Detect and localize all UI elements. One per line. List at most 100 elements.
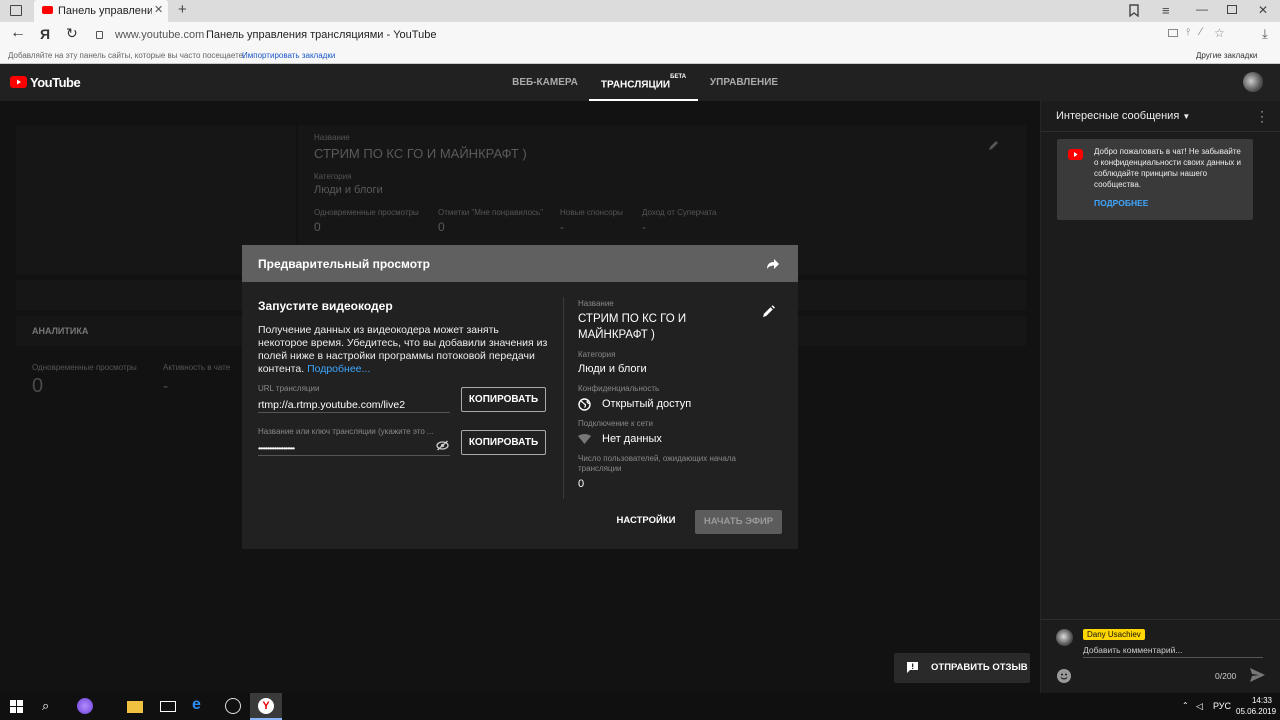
- alice-icon[interactable]: [77, 698, 93, 714]
- share-icon[interactable]: [766, 257, 780, 270]
- search-icon[interactable]: ⌕: [42, 698, 49, 714]
- stream-url-value: rtmp://a.rtmp.youtube.com/live2: [258, 399, 406, 411]
- close-tab-icon[interactable]: ✕: [154, 3, 163, 16]
- bookmark-icon[interactable]: [1128, 4, 1140, 17]
- bg-stat-value: 0: [314, 220, 321, 234]
- yandex-icon[interactable]: Я: [40, 26, 50, 42]
- other-bookmarks[interactable]: Другие закладки: [1196, 51, 1257, 60]
- info-category-label: Категория: [578, 350, 616, 359]
- bg-category-label: Категория: [314, 172, 352, 181]
- tab-manage[interactable]: УПРАВЛЕНИЕ: [703, 64, 785, 101]
- window-close-icon[interactable]: ✕: [1258, 3, 1268, 17]
- info-waiting-label: Число пользователей, ожидающих начала тр…: [578, 454, 736, 473]
- wand-icon[interactable]: ∕: [1200, 26, 1202, 38]
- chat-mode-dropdown[interactable]: Интересные сообщения ▼: [1056, 110, 1190, 122]
- feedback-icon: [906, 661, 919, 674]
- download-icon[interactable]: ⤓: [1262, 26, 1268, 42]
- windows-start-icon[interactable]: [10, 700, 23, 713]
- browser-tab-bar: Панель управления тра ✕ + ≡ — ✕: [0, 0, 1280, 22]
- comment-input[interactable]: Добавить комментарий...: [1083, 645, 1263, 658]
- more-link[interactable]: Подробнее...: [307, 363, 370, 375]
- visibility-off-icon[interactable]: [436, 440, 449, 451]
- tabs-panel-icon[interactable]: [10, 5, 22, 16]
- bg-edit-icon: [988, 139, 1000, 151]
- char-counter: 0/200: [1215, 671, 1237, 681]
- settings-button[interactable]: НАСТРОЙКИ: [608, 511, 684, 531]
- yandex-browser-taskbar[interactable]: Y: [250, 693, 282, 720]
- analytics-stat-label: Одновременные просмотры: [32, 363, 137, 372]
- dialog-divider: [563, 297, 564, 499]
- bg-category-value: Люди и блоги: [314, 184, 383, 196]
- stream-url-field[interactable]: rtmp://a.rtmp.youtube.com/live2: [258, 395, 450, 413]
- restore-icon[interactable]: [1227, 5, 1237, 14]
- section-title: Запустите видеокодер: [258, 299, 393, 313]
- chat-header: Интересные сообщения ▼ · · ·: [1041, 101, 1280, 132]
- volume-icon[interactable]: ◁: [1196, 701, 1203, 712]
- obs-icon[interactable]: [225, 698, 241, 714]
- edit-icon[interactable]: [762, 305, 775, 318]
- stream-key-field[interactable]: ••••••••••••••••••••: [258, 438, 450, 456]
- more-options-icon[interactable]: · · ·: [1260, 105, 1264, 127]
- browser-tab[interactable]: Панель управления тра ✕: [34, 0, 168, 22]
- new-tab-icon[interactable]: +: [178, 1, 187, 18]
- tab-streams[interactable]: ТРАНСЛЯЦИИБЕТА: [589, 64, 698, 101]
- bg-stat-label: Отметки "Мне понравилось": [438, 208, 544, 217]
- username-badge: Dany Usachiev: [1083, 629, 1145, 640]
- clock-date: 05.06.2019: [1236, 707, 1277, 716]
- url-domain: www.youtube.com: [115, 29, 205, 41]
- start-stream-button[interactable]: НАЧАТЬ ЭФИР: [695, 510, 782, 534]
- analytics-title: АНАЛИТИКА: [32, 326, 89, 336]
- copy-url-button[interactable]: КОПИРОВАТЬ: [461, 387, 546, 412]
- preview-dialog: Предварительный просмотр Запустите видео…: [242, 245, 798, 549]
- analytics-stat-value: -: [163, 378, 169, 395]
- analytics-stat-value: 0: [32, 375, 44, 397]
- welcome-text: Добро пожаловать в чат! Не забывайте о к…: [1094, 147, 1241, 189]
- info-privacy-label: Конфиденциальность: [578, 384, 660, 393]
- dialog-header: Предварительный просмотр: [242, 245, 798, 282]
- tray-chevron-icon[interactable]: ⌃: [1182, 701, 1189, 710]
- beta-badge: БЕТА: [670, 74, 687, 80]
- minimize-icon[interactable]: —: [1196, 2, 1208, 16]
- microphone-icon[interactable]: ⫯: [1186, 27, 1190, 38]
- youtube-logo-text[interactable]: YouTube: [30, 75, 81, 90]
- send-icon[interactable]: [1250, 668, 1265, 682]
- youtube-header: YouTube ВЕБ-КАМЕРА ТРАНСЛЯЦИИБЕТА УПРАВЛ…: [0, 64, 1280, 101]
- bg-name-label: Название: [314, 133, 350, 142]
- file-explorer-icon[interactable]: [127, 701, 143, 713]
- bg-stat-value: 0: [438, 220, 445, 234]
- tab-webcam[interactable]: ВЕБ-КАМЕРА: [506, 64, 584, 101]
- clock[interactable]: 14:33 05.06.2019: [1236, 695, 1277, 717]
- info-name-label: Название: [578, 299, 614, 308]
- language-indicator[interactable]: РУС: [1213, 701, 1231, 711]
- user-avatar: [1056, 629, 1073, 646]
- feedback-label: ОТПРАВИТЬ ОТЗЫВ: [931, 662, 1028, 673]
- account-avatar[interactable]: [1243, 72, 1263, 92]
- emoji-icon[interactable]: [1057, 669, 1071, 683]
- yandex-browser-icon: Y: [258, 698, 274, 714]
- protect-icon[interactable]: [1168, 29, 1178, 37]
- import-bookmarks-link[interactable]: Импортировать закладки: [242, 51, 335, 60]
- copy-key-button[interactable]: КОПИРОВАТЬ: [461, 430, 546, 455]
- bg-stat-label: Новые спонсоры: [560, 208, 623, 217]
- description-text: Получение данных из видеокодера может за…: [258, 324, 548, 375]
- edge-icon[interactable]: e: [192, 696, 201, 714]
- send-feedback-button[interactable]: ОТПРАВИТЬ ОТЗЫВ: [894, 653, 1030, 683]
- clock-time: 14:33: [1251, 696, 1272, 705]
- reload-icon[interactable]: ↻: [66, 25, 78, 42]
- info-connection-value: Нет данных: [602, 433, 662, 445]
- bookmarks-bar: Добавляйте на эту панель сайты, которые …: [0, 48, 1280, 64]
- dialog-title: Предварительный просмотр: [258, 257, 430, 271]
- mail-icon[interactable]: [160, 701, 176, 712]
- bg-name-value: СТРИМ ПО КС ГО И МАЙНКРАФТ ): [314, 146, 527, 161]
- encoder-description: Получение данных из видеокодера может за…: [258, 324, 548, 376]
- star-icon[interactable]: ☆: [1214, 26, 1225, 40]
- info-connection-label: Подключение к сети: [578, 419, 653, 428]
- back-icon[interactable]: ←: [10, 24, 26, 42]
- menu-icon[interactable]: ≡: [1162, 3, 1170, 18]
- taskbar: ⌕ e Y ⌃ ◁ РУС 14:33 05.06.2019: [0, 693, 1280, 720]
- chevron-down-icon: ▼: [1182, 112, 1191, 121]
- learn-more-link[interactable]: ПОДРОБНЕЕ: [1094, 198, 1148, 208]
- url-field[interactable]: www.youtube.com Панель управления трансл…: [96, 25, 1226, 45]
- youtube-logo-icon[interactable]: [10, 76, 27, 88]
- bg-stat-label: Одновременные просмотры: [314, 208, 419, 217]
